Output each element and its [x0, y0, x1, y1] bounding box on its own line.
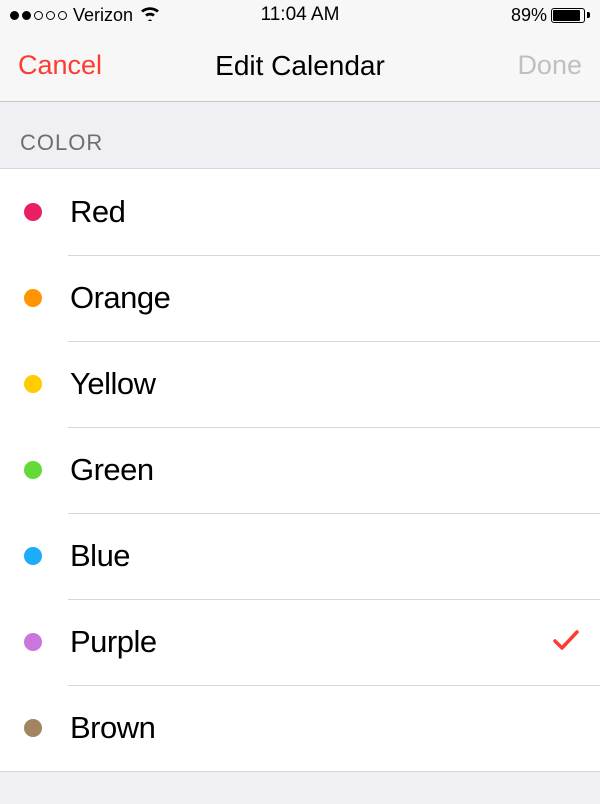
status-right: 89%: [339, 5, 590, 26]
color-label: Orange: [70, 280, 580, 316]
color-label: Blue: [70, 538, 580, 574]
color-row-brown[interactable]: Brown: [0, 685, 600, 771]
carrier-label: Verizon: [73, 5, 133, 26]
page-title: Edit Calendar: [215, 50, 385, 81]
color-label: Purple: [70, 624, 552, 660]
battery-percent-label: 89%: [511, 5, 547, 26]
color-label: Brown: [70, 710, 580, 746]
color-swatch-icon: [24, 289, 42, 307]
battery-icon: [551, 8, 590, 23]
color-label: Green: [70, 452, 580, 488]
color-row-blue[interactable]: Blue: [0, 513, 600, 599]
color-label: Red: [70, 194, 580, 230]
color-swatch-icon: [24, 375, 42, 393]
color-swatch-icon: [24, 547, 42, 565]
status-time: 11:04 AM: [261, 4, 340, 26]
color-swatch-icon: [24, 633, 42, 651]
color-swatch-icon: [24, 461, 42, 479]
color-swatch-icon: [24, 203, 42, 221]
status-bar: Verizon 11:04 AM 89%: [0, 0, 600, 30]
signal-strength-icon: [10, 11, 67, 20]
color-row-red[interactable]: Red: [0, 169, 600, 255]
cancel-button[interactable]: Cancel: [18, 50, 102, 80]
color-row-purple[interactable]: Purple: [0, 599, 600, 685]
section-header-color: COLOR: [0, 102, 600, 168]
wifi-icon: [139, 5, 161, 26]
color-row-orange[interactable]: Orange: [0, 255, 600, 341]
nav-bar: Cancel Edit Calendar Done: [0, 30, 600, 102]
color-label: Yellow: [70, 366, 580, 402]
color-swatch-icon: [24, 719, 42, 737]
status-left: Verizon: [10, 5, 261, 26]
color-list: Red Orange Yellow Green Blue Purple Brown: [0, 168, 600, 772]
checkmark-icon: [552, 628, 580, 657]
battery-fill: [553, 10, 580, 21]
color-row-yellow[interactable]: Yellow: [0, 341, 600, 427]
color-row-green[interactable]: Green: [0, 427, 600, 513]
done-button[interactable]: Done: [517, 50, 582, 80]
